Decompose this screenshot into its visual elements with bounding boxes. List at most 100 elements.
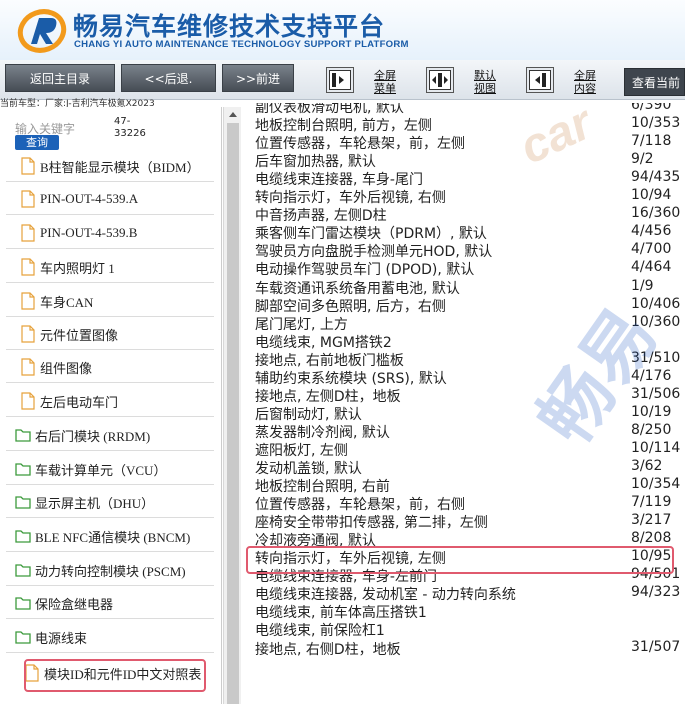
file-icon xyxy=(20,258,36,276)
folder-icon xyxy=(15,493,31,511)
fullscreen-content-icon xyxy=(529,70,551,90)
component-row[interactable]: 位置传感器，车轮悬架，前，右侧 7/119 xyxy=(255,494,685,513)
component-row[interactable]: 中音扬声器, 左侧D柱 16/360 xyxy=(255,205,685,225)
component-row[interactable]: 遮阳板灯, 左侧 10/114 xyxy=(255,439,685,459)
component-location: 94/323 xyxy=(631,584,681,601)
component-location: 10/94 xyxy=(631,187,672,204)
component-row[interactable]: 转向指示灯，车外后视镜, 右侧 10/94 xyxy=(255,187,685,207)
view-current-button[interactable]: 查看当前 xyxy=(624,68,685,96)
component-row[interactable]: 尾门尾灯, 上方 10/360 xyxy=(255,314,685,333)
component-location: 31/510 xyxy=(631,349,681,366)
sidebar-separator xyxy=(6,349,214,350)
sidebar-item[interactable]: 左后电动车门 xyxy=(20,386,118,416)
component-row[interactable]: 电缆线束, MGM搭铁2 xyxy=(255,332,685,351)
component-name: 电缆线束, 前保险杠1 xyxy=(255,623,385,640)
sidebar-item[interactable]: BLE NFC通信模块 (BNCM) xyxy=(15,521,190,551)
component-name: 地板控制台照明, 前方，左侧 xyxy=(255,118,432,135)
component-name: 驾驶员方向盘脱手检测单元HOD, 默认 xyxy=(255,244,493,261)
default-view-label[interactable]: 默认视图 xyxy=(474,69,502,95)
component-location: 8/250 xyxy=(631,421,672,438)
main-highlight-box xyxy=(246,546,674,574)
sidebar-item-label: 元件位置图像 xyxy=(40,327,119,343)
scroll-thumb[interactable] xyxy=(227,123,239,704)
component-row[interactable]: 乘客侧车门雷达模块（PDRM）, 默认 4/456 xyxy=(255,223,685,242)
sidebar-separator xyxy=(6,585,214,586)
fullscreen-menu-label[interactable]: 全屏菜单 xyxy=(374,69,402,95)
sidebar-item[interactable]: 车载计算单元（VCU） xyxy=(15,454,166,484)
component-name: 副仪表板滑动电机, 默认 xyxy=(255,103,404,116)
component-location: 31/507 xyxy=(631,638,681,655)
component-row[interactable]: 电动操作驾驶员车门 (DPOD), 默认 4/464 xyxy=(255,259,685,279)
component-name: 电缆线束连接器, 发动机室 - 动力转向系统 xyxy=(255,587,516,604)
component-name: 电缆线束连接器, 车身-尾门 xyxy=(255,172,423,189)
component-name: 转向指示灯，车外后视镜, 右侧 xyxy=(255,190,446,207)
component-location: 7/119 xyxy=(631,494,672,511)
component-row[interactable]: 电缆线束, 前车体高压搭铁1 xyxy=(255,602,685,622)
sidebar-item[interactable]: 车内照明灯 1 xyxy=(20,252,115,282)
back-button[interactable]: <<后退. xyxy=(121,64,216,92)
forward-button[interactable]: >>前进 xyxy=(222,64,294,92)
component-row[interactable]: 地板控制台照明, 前方，左侧 10/353 xyxy=(255,115,685,135)
component-row[interactable]: 电缆线束, 前保险杠1 xyxy=(255,620,685,640)
component-row[interactable]: 蒸发器制冷剂阀, 默认 8/250 xyxy=(255,421,685,441)
component-name: 蒸发器制冷剂阀, 默认 xyxy=(255,424,390,441)
sidebar-item-label: 车内照明灯 1 xyxy=(40,260,115,276)
component-row[interactable]: 座椅安全带带扣传感器, 第二排，左侧 3/217 xyxy=(255,512,685,531)
component-row[interactable]: 辅助约束系统模块 (SRS), 默认 4/176 xyxy=(255,368,685,387)
file-icon xyxy=(20,157,36,175)
component-row[interactable]: 地板控制台照明, 右前 10/354 xyxy=(255,476,685,496)
sidebar-item-label: 车载计算单元（VCU） xyxy=(35,462,167,478)
home-button[interactable]: 返回主目录 xyxy=(5,64,115,92)
component-row[interactable]: 位置传感器，车轮悬架，前，左侧 7/118 xyxy=(255,133,685,152)
sidebar-scrollbar[interactable] xyxy=(223,107,241,704)
sidebar-item-label: 右后门模块 (RRDM) xyxy=(35,428,151,444)
sidebar-item[interactable]: 右后门模块 (RRDM) xyxy=(15,420,150,450)
fullscreen-content-button[interactable] xyxy=(526,67,554,93)
component-row[interactable]: 接地点, 右侧D柱，地板 31/507 xyxy=(255,638,685,658)
sidebar-item[interactable]: 车身CAN xyxy=(20,286,93,316)
component-row[interactable]: 车载资通讯系统备用蓄电池, 默认 1/9 xyxy=(255,278,685,297)
sidebar-item[interactable]: 动力转向控制模块 (PSCM) xyxy=(15,555,186,585)
component-name: 电动操作驾驶员车门 (DPOD), 默认 xyxy=(255,262,475,279)
main-content: 副仪表板滑动电机, 默认 6/390 地板控制台照明, 前方，左侧 10/353 位置传… xyxy=(243,103,685,704)
component-row[interactable]: 后窗制动灯, 默认 10/19 xyxy=(255,404,685,423)
component-row[interactable]: 接地点, 左侧D柱，地板 31/506 xyxy=(255,386,685,405)
component-location: 10/406 xyxy=(631,295,681,312)
sidebar-item[interactable]: PIN-OUT-4-539.B xyxy=(20,218,137,248)
sidebar-item[interactable]: 元件位置图像 xyxy=(20,319,118,349)
sidebar-item[interactable]: 电源线束 xyxy=(15,622,87,652)
component-row[interactable]: 脚部空间多色照明, 后方，右侧 10/406 xyxy=(255,295,685,315)
sidebar-separator xyxy=(6,551,214,552)
file-icon xyxy=(20,190,36,208)
sidebar-item-label: PIN-OUT-4-539.A xyxy=(40,191,139,206)
component-row[interactable]: 副仪表板滑动电机, 默认 6/390 xyxy=(255,103,685,116)
default-view-button[interactable] xyxy=(426,67,454,93)
sidebar-item[interactable]: 组件图像 xyxy=(20,352,92,382)
toolbar: 返回主目录 <<后退. >>前进 全屏菜单 默认视图 全屏内容 xyxy=(0,60,685,100)
sidebar-separator xyxy=(6,282,214,283)
component-name: 中音扬声器, 左侧D柱 xyxy=(255,208,387,225)
component-name: 电缆线束, 前车体高压搭铁1 xyxy=(255,605,427,622)
component-name: 地板控制台照明, 右前 xyxy=(255,479,390,496)
search-button[interactable]: 查询 xyxy=(15,135,59,150)
sidebar-separator xyxy=(6,450,214,451)
sidebar-item[interactable]: 保险盒继电器 xyxy=(15,588,113,618)
component-row[interactable]: 接地点, 右前地板门槛板 31/510 xyxy=(255,349,685,369)
folder-icon xyxy=(15,628,31,646)
component-row[interactable]: 后车窗加热器, 默认 9/2 xyxy=(255,151,685,170)
scroll-up-icon[interactable] xyxy=(224,107,242,123)
fullscreen-menu-icon xyxy=(329,70,351,90)
fullscreen-content-label[interactable]: 全屏内容 xyxy=(574,69,602,95)
sidebar-item-label: B柱智能显示模块（BIDM） xyxy=(40,159,200,175)
fullscreen-menu-button[interactable] xyxy=(326,67,354,93)
sidebar-item-label: PIN-OUT-4-539.B xyxy=(40,225,138,240)
component-row[interactable]: 发动机盖锁, 默认 3/62 xyxy=(255,458,685,477)
component-row[interactable]: 电缆线束连接器, 车身-尾门 94/435 xyxy=(255,169,685,189)
sidebar-item[interactable]: PIN-OUT-4-539.A xyxy=(20,184,138,214)
sidebar-item[interactable]: B柱智能显示模块（BIDM） xyxy=(20,151,200,181)
component-name: 电缆线束, MGM搭铁2 xyxy=(255,334,392,351)
component-row[interactable]: 驾驶员方向盘脱手检测单元HOD, 默认 4/700 xyxy=(255,241,685,261)
component-row[interactable]: 电缆线束连接器, 发动机室 - 动力转向系统 94/323 xyxy=(255,584,685,604)
component-location: 10/114 xyxy=(631,439,681,456)
sidebar-item[interactable]: 显示屏主机（DHU） xyxy=(15,487,154,517)
